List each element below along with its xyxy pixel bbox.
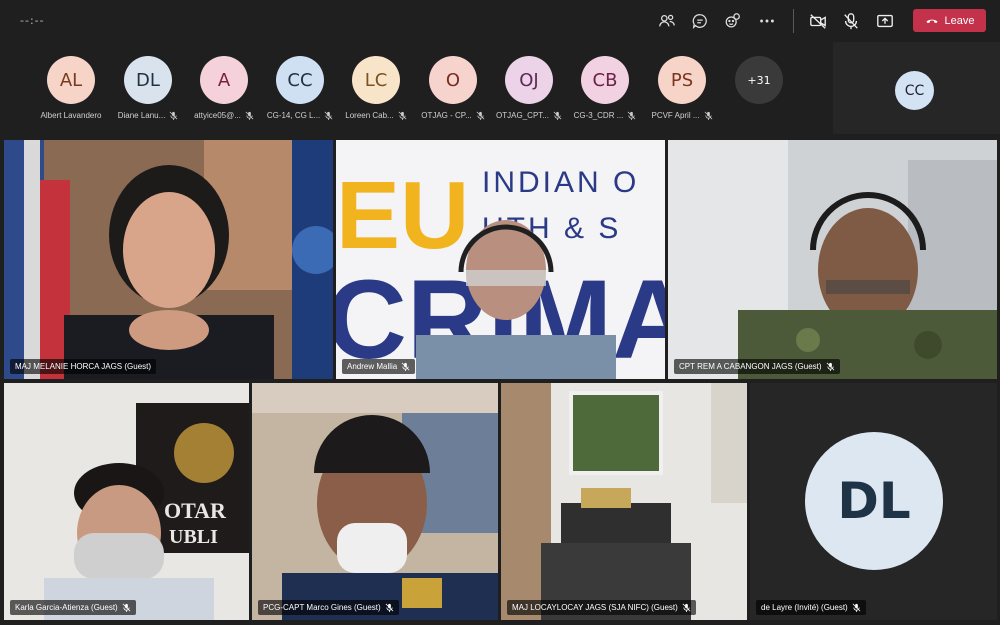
participant-name: CG-3_CDR ... [573,111,624,120]
participant-avatar[interactable]: CB CG-3_CDR ... [567,56,643,120]
mic-off-icon[interactable] [840,10,862,32]
participant-avatar[interactable]: PS PCVF April ... [644,56,720,120]
mic-off-icon [122,603,131,612]
participant-avatar[interactable]: A attyice05@... [186,56,262,120]
video-feed [4,140,333,379]
participant-name: MAJ LOCAYLOCAY JAGS (SJA NIFC) (Guest) [512,603,678,612]
banner-text: EU [336,162,469,269]
video-feed: OTAR UBLI [4,383,249,620]
mic-off-icon [553,111,562,120]
more-participants-button[interactable]: +31 [721,56,797,104]
chat-icon[interactable] [689,10,711,32]
participant-avatar[interactable]: LC Loreen Cab... [338,56,414,120]
avatar: A [200,56,248,104]
participant-label: Karla Garcia-Atienza (Guest) [10,600,136,615]
video-tile[interactable]: MAJ MELANIE HORCA JAGS (Guest) [4,140,333,379]
sign-text: UBLI [169,526,218,548]
video-tile[interactable]: MAJ LOCAYLOCAY JAGS (SJA NIFC) (Guest) [501,383,747,620]
participant-label: PCG-CAPT Marco Gines (Guest) [258,600,399,615]
participant-label: Andrew Mallia [342,359,416,374]
mic-off-icon [682,603,691,612]
participant-name: PCG-CAPT Marco Gines (Guest) [263,603,381,612]
mic-off-icon [245,111,254,120]
share-icon[interactable] [874,10,896,32]
more-icon[interactable] [756,10,778,32]
mic-off-icon [826,362,834,371]
side-participant-avatar[interactable]: CC [895,71,934,110]
video-feed [668,140,997,379]
participant-avatar-large: DL [805,432,943,570]
avatar: O [429,56,477,104]
video-tile[interactable]: CPT REM A CABANGON JAGS (Guest) [668,140,997,379]
participant-name: PCVF April ... [651,111,700,120]
more-count: +31 [735,56,783,104]
meeting-timer: --:-- [20,14,45,27]
meeting-toolbar: --:-- Leave [0,0,1000,42]
participant-avatar[interactable]: DL Diane Lanu... [110,56,186,120]
video-tile[interactable]: OTAR UBLI Karla Garcia-Atienza (Guest) [4,383,249,620]
mic-off-icon [169,111,178,120]
video-feed [252,383,498,620]
mic-off-icon [476,111,485,120]
participant-label: MAJ LOCAYLOCAY JAGS (SJA NIFC) (Guest) [507,600,696,615]
people-icon[interactable] [656,10,678,32]
video-tile[interactable]: EU INDIAN O UTH & S CRIMA Andrew Mallia [336,140,665,379]
participant-strip: AL Albert Lavandero DL Diane Lanu... A a… [0,42,833,134]
mic-off-icon [852,603,861,612]
phone-icon [925,19,938,23]
avatar: CB [581,56,629,104]
participant-name: Andrew Mallia [347,362,398,371]
participant-name: de Layre (Invité) (Guest) [761,603,848,612]
participant-avatar[interactable]: AL Albert Lavandero [33,56,109,120]
participant-label: CPT REM A CABANGON JAGS (Guest) [674,359,840,374]
reactions-icon[interactable] [722,10,744,32]
video-feed: EU INDIAN O UTH & S CRIMA [336,140,665,379]
participant-name: Loreen Cab... [345,111,394,120]
participant-name: Karla Garcia-Atienza (Guest) [15,603,118,612]
participant-avatar[interactable]: OJ OTJAG_CPT... [491,56,567,120]
avatar: CC [276,56,324,104]
avatar: LC [352,56,400,104]
mic-off-icon [324,111,333,120]
camera-off-icon[interactable] [807,10,829,32]
banner-text: INDIAN O [482,166,639,199]
participant-name: attyice05@... [194,111,241,120]
video-feed [501,383,747,620]
participant-name: OTJAG_CPT... [496,111,549,120]
participant-label: de Layre (Invité) (Guest) [756,600,866,615]
participant-avatar[interactable]: O OTJAG - CP... [415,56,491,120]
video-tile[interactable]: PCG-CAPT Marco Gines (Guest) [252,383,498,620]
participant-avatar[interactable]: CC CG-14, CG L... [262,56,338,120]
mic-off-icon [704,111,712,120]
participant-name: OTJAG - CP... [421,111,472,120]
toolbar-divider [793,9,794,33]
mic-off-icon [401,362,410,371]
leave-label: Leave [944,14,975,27]
participant-name: CPT REM A CABANGON JAGS (Guest) [679,362,822,371]
sign-text: OTAR [164,498,227,523]
avatar: PS [658,56,706,104]
participant-name: CG-14, CG L... [266,111,321,120]
mic-off-icon [398,111,407,120]
avatar: OJ [505,56,553,104]
mic-off-icon [628,111,636,120]
participant-name: MAJ MELANIE HORCA JAGS (Guest) [15,362,152,371]
participant-name: Albert Lavandero [40,111,102,120]
leave-button[interactable]: Leave [913,9,986,32]
participant-label: MAJ MELANIE HORCA JAGS (Guest) [10,359,157,374]
avatar: AL [47,56,95,104]
avatar: DL [124,56,172,104]
mic-off-icon [385,603,394,612]
participant-name: Diane Lanu... [117,111,166,120]
